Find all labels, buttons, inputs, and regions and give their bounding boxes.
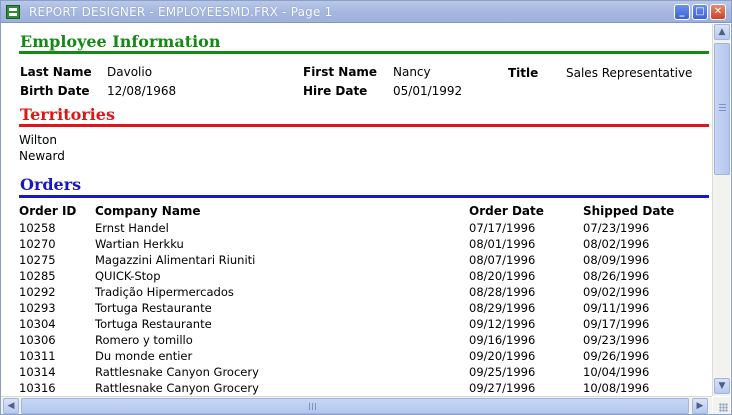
order-row: 10258 Ernst Handel 07/17/1996 07/23/1996 — [1, 221, 711, 237]
order-row: 10285 QUICK-Stop 08/20/1996 08/26/1996 — [1, 269, 711, 285]
orders-header-row: Order ID Company Name Order Date Shipped… — [1, 204, 711, 220]
shipped-date-cell: 10/08/1996 — [583, 381, 650, 395]
order-date-cell: 09/27/1996 — [469, 381, 536, 395]
order-id-cell: 10275 — [19, 253, 56, 267]
vertical-scroll-thumb[interactable] — [714, 43, 730, 175]
order-row: 10292 Tradição Hipermercados 08/28/1996 09/… — [1, 285, 711, 301]
report-designer-window: REPORT DESIGNER - EMPLOYEESMD.FRX - Page… — [0, 0, 732, 415]
shipped-date-cell: 09/23/1996 — [583, 333, 650, 347]
company-name-header: Company Name — [95, 204, 201, 218]
orders-section-title: Orders — [20, 175, 82, 194]
order-id-cell: 10292 — [19, 285, 56, 299]
grip-icon — [719, 104, 726, 111]
company-name-cell: Rattlesnake Canyon Grocery — [95, 381, 259, 395]
title-bar[interactable]: REPORT DESIGNER - EMPLOYEESMD.FRX - Page… — [1, 1, 731, 23]
order-date-cell: 09/25/1996 — [469, 365, 536, 379]
order-id-cell: 10293 — [19, 301, 56, 315]
shipped-date-cell: 08/09/1996 — [583, 253, 650, 267]
company-name-cell: Tradição Hipermercados — [95, 285, 234, 299]
minimize-button[interactable]: _ — [674, 4, 690, 20]
order-id-cell: 10314 — [19, 365, 56, 379]
shipped-date-cell: 09/02/1996 — [583, 285, 650, 299]
order-row: 10311 Du monde entier 09/20/1996 09/26/1996 — [1, 349, 711, 365]
order-row: 10304 Tortuga Restaurante 09/12/1996 09/17/… — [1, 317, 711, 333]
company-name-cell: Tortuga Restaurante — [95, 301, 212, 315]
report-page: Employee Information Last Name Davolio F… — [1, 24, 711, 396]
company-name-cell: Tortuga Restaurante — [95, 317, 212, 331]
order-row: 10314 Rattlesnake Canyon Grocery 09/25/199… — [1, 365, 711, 381]
order-row: 10275 Magazzini Alimentari Riuniti 08/07/1… — [1, 253, 711, 269]
order-date-cell: 09/12/1996 — [469, 317, 536, 331]
order-date-header: Order Date — [469, 204, 544, 218]
vertical-scrollbar[interactable]: ▲ ▼ — [712, 24, 730, 396]
scroll-left-icon[interactable]: ◀ — [3, 398, 19, 414]
order-id-cell: 10304 — [19, 317, 56, 331]
order-id-cell: 10270 — [19, 237, 56, 251]
shipped-date-header: Shipped Date — [583, 204, 675, 218]
shipped-date-cell: 09/11/1996 — [583, 301, 650, 315]
company-name-cell: Rattlesnake Canyon Grocery — [95, 365, 259, 379]
order-date-cell: 09/16/1996 — [469, 333, 536, 347]
order-id-cell: 10306 — [19, 333, 56, 347]
last-name-value: Davolio — [107, 65, 153, 79]
maximize-button[interactable]: □ — [692, 4, 708, 20]
grip-icon — [309, 403, 316, 410]
order-date-cell: 08/07/1996 — [469, 253, 536, 267]
birth-date-value: 12/08/1968 — [107, 84, 177, 98]
horizontal-scrollbar[interactable]: ◀ ▶ — [1, 396, 712, 414]
order-row: 10270 Wartian Herkku 08/01/1996 08/02/1996 — [1, 237, 711, 253]
hire-date-value: 05/01/1992 — [393, 84, 463, 98]
employee-section-rule — [19, 51, 709, 54]
order-row: 10316 Rattlesnake Canyon Grocery 09/27/199… — [1, 381, 711, 396]
shipped-date-cell: 08/02/1996 — [583, 237, 650, 251]
company-name-cell: Du monde entier — [95, 349, 193, 363]
horizontal-scroll-thumb[interactable] — [21, 398, 689, 414]
company-name-cell: Wartian Herkku — [95, 237, 184, 251]
order-date-cell: 09/20/1996 — [469, 349, 536, 363]
order-id-cell: 10258 — [19, 221, 56, 235]
shipped-date-cell: 09/17/1996 — [583, 317, 650, 331]
shipped-date-cell: 10/04/1996 — [583, 365, 650, 379]
territory-item: Wilton — [19, 133, 57, 147]
order-row: 10293 Tortuga Restaurante 08/29/1996 09/11/… — [1, 301, 711, 317]
company-name-cell: Ernst Handel — [95, 221, 169, 235]
order-date-cell: 08/20/1996 — [469, 269, 536, 283]
title-value: Sales Representative — [566, 66, 693, 80]
order-date-cell: 08/01/1996 — [469, 237, 536, 251]
orders-section-rule — [19, 195, 709, 198]
order-date-cell: 08/29/1996 — [469, 301, 536, 315]
last-name-label: Last Name — [20, 65, 92, 79]
order-id-cell: 10285 — [19, 269, 56, 283]
company-name-cell: QUICK-Stop — [95, 269, 161, 283]
shipped-date-cell: 07/23/1996 — [583, 221, 650, 235]
first-name-value: Nancy — [393, 65, 431, 79]
close-button[interactable]: ✕ — [710, 4, 726, 20]
scroll-right-icon[interactable]: ▶ — [692, 398, 708, 414]
size-grip-icon[interactable] — [713, 397, 730, 414]
order-date-cell: 07/17/1996 — [469, 221, 536, 235]
scroll-up-icon[interactable]: ▲ — [714, 24, 730, 40]
birth-date-label: Birth Date — [20, 84, 90, 98]
title-label: Title — [508, 66, 539, 80]
territories-section-rule — [19, 124, 709, 127]
report-app-icon — [6, 5, 20, 19]
company-name-cell: Romero y tomillo — [95, 333, 193, 347]
order-date-cell: 08/28/1996 — [469, 285, 536, 299]
employee-section-title: Employee Information — [20, 32, 221, 51]
shipped-date-cell: 08/26/1996 — [583, 269, 650, 283]
order-id-cell: 10311 — [19, 349, 56, 363]
first-name-label: First Name — [303, 65, 378, 79]
hire-date-label: Hire Date — [303, 84, 368, 98]
window-title: REPORT DESIGNER - EMPLOYEESMD.FRX - Page… — [29, 5, 333, 19]
territories-section-title: Territories — [20, 105, 115, 124]
order-row: 10306 Romero y tomillo 09/16/1996 09/23/199… — [1, 333, 711, 349]
shipped-date-cell: 09/26/1996 — [583, 349, 650, 363]
scroll-down-icon[interactable]: ▼ — [714, 378, 730, 394]
company-name-cell: Magazzini Alimentari Riuniti — [95, 253, 256, 267]
order-id-cell: 10316 — [19, 381, 56, 395]
territory-item: Neward — [19, 149, 65, 163]
order-id-header: Order ID — [19, 204, 77, 218]
